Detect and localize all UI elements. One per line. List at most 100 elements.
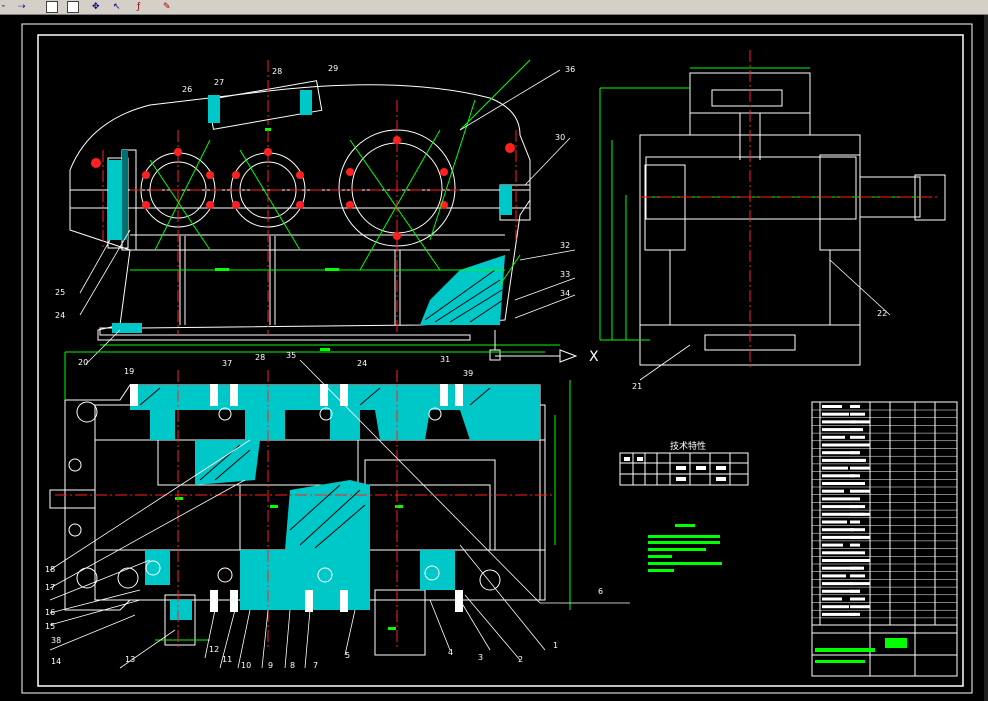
- part-callout: 9: [268, 661, 273, 670]
- part-callout: 36: [565, 65, 575, 74]
- part-callout: 15: [45, 622, 55, 631]
- line-tool-icon[interactable]: ╴: [2, 1, 7, 13]
- axis-x-label: X: [589, 349, 599, 365]
- side-dims: [599, 67, 920, 341]
- part-callout: 11: [222, 655, 232, 664]
- part-callout: 6: [598, 587, 603, 596]
- parts-list-text: [850, 497, 860, 501]
- section-fills: [108, 90, 512, 333]
- part-callout: 38: [51, 636, 61, 645]
- parts-list-text: [850, 489, 870, 493]
- paint-icon[interactable]: ✎: [163, 1, 171, 13]
- pointer-icon[interactable]: ↖: [113, 1, 121, 13]
- parts-list-text: [850, 605, 870, 609]
- parts-list-text: [850, 559, 870, 562]
- parts-list-text: [822, 497, 851, 501]
- text-cursor-icon[interactable]: ƒ: [137, 1, 140, 13]
- part-callout: 33: [560, 270, 570, 279]
- parts-list-text: [822, 597, 842, 601]
- parts-list-text: [822, 489, 844, 493]
- part-callout: 7: [313, 661, 318, 670]
- part-callout: 39: [463, 369, 473, 378]
- part-callout: 34: [560, 289, 570, 298]
- part-callout: 24: [55, 311, 65, 320]
- parts-list-text: [850, 512, 870, 516]
- plan-section-fills: [130, 385, 540, 620]
- parts-list-text: [850, 443, 870, 447]
- tech-spec-table: [619, 452, 749, 486]
- parts-list-text: [850, 412, 865, 416]
- arrow-tool-icon[interactable]: ⇢: [18, 1, 26, 13]
- part-callout: 10: [241, 661, 251, 670]
- parts-list-text: [850, 520, 860, 524]
- cad-drawing[interactable]: 262728 2925242036303233342221193728 3524 31…: [0, 15, 984, 701]
- x-axis-arrow: [489, 330, 578, 363]
- parts-list-text: [822, 543, 843, 547]
- part-callout: 18: [45, 565, 55, 574]
- part-callout: 12: [209, 645, 219, 654]
- parts-list-text: [822, 528, 854, 532]
- part-callout: 28: [255, 353, 265, 362]
- parts-list-text: [850, 451, 860, 455]
- part-callout: 2: [518, 655, 523, 664]
- parts-list-text: [850, 505, 865, 509]
- rectangle-icon[interactable]: [46, 1, 58, 13]
- part-callout: 14: [51, 657, 61, 666]
- part-callout: 19: [124, 367, 134, 376]
- spec-table-title: 技术特性: [670, 440, 706, 452]
- part-callout: 5: [345, 651, 350, 660]
- part-callout: 21: [632, 382, 642, 391]
- parts-list-text: [850, 574, 865, 578]
- part-callout: 27: [214, 78, 224, 87]
- parts-list-text: [850, 589, 860, 593]
- parts-list-text: [850, 535, 870, 539]
- part-callout: 20: [78, 358, 88, 367]
- part-callout: 25: [55, 288, 65, 297]
- part-callout: 37: [222, 359, 232, 368]
- parts-list-text: [850, 405, 860, 408]
- parts-list-text: [822, 551, 850, 555]
- part-callout: 30: [555, 133, 565, 142]
- parts-list-text: [822, 405, 842, 408]
- part-callout: 3: [478, 653, 483, 662]
- vertical-scrollbar[interactable]: [984, 15, 988, 701]
- parts-list-text: [850, 420, 870, 424]
- parts-list-text: [850, 543, 860, 547]
- toolbar: ╴ ⇢ ✥ ↖ ƒ ✎: [0, 0, 988, 15]
- part-callout: 24: [357, 359, 367, 368]
- part-callout: 13: [125, 655, 135, 664]
- parts-list-text: [850, 466, 870, 470]
- square-icon[interactable]: [67, 1, 79, 13]
- part-callout: 28: [272, 67, 282, 76]
- parts-list-text: [850, 597, 865, 601]
- title-block: [811, 401, 958, 677]
- parts-list-text: [850, 582, 870, 586]
- parts-list-text: [822, 574, 846, 578]
- parts-list-text: [850, 435, 865, 439]
- part-callout: 1: [553, 641, 558, 650]
- parts-list-text: [822, 605, 849, 609]
- parts-list-text: [850, 458, 865, 462]
- part-callout: 8: [290, 661, 295, 670]
- part-callout: 32: [560, 241, 570, 250]
- part-callout: 35: [286, 351, 296, 360]
- parts-list-text: [822, 582, 853, 586]
- parts-list-text: [850, 528, 865, 532]
- parts-list-text: [850, 474, 860, 478]
- part-callout: 26: [182, 85, 192, 94]
- side-view: [639, 72, 946, 366]
- parts-list-text: [850, 551, 865, 555]
- parts-list-text: [822, 466, 848, 470]
- drawing-canvas[interactable]: 26 27 28 29 25 24 20 36 30 32 33 34 22 21 19 37 28 35 24 31…: [0, 15, 988, 701]
- part-callout: 29: [328, 64, 338, 73]
- parts-list-text: [822, 412, 849, 416]
- parts-list-text: [850, 566, 860, 570]
- parts-list-text: [822, 443, 852, 447]
- parts-list-text: [822, 520, 847, 524]
- part-callout: 17: [45, 583, 55, 592]
- parts-list-text: [850, 482, 865, 485]
- part-callout: 4: [448, 648, 453, 657]
- tech-notes: [648, 524, 722, 572]
- part-callout: 22: [877, 309, 887, 318]
- move-icon[interactable]: ✥: [92, 1, 100, 13]
